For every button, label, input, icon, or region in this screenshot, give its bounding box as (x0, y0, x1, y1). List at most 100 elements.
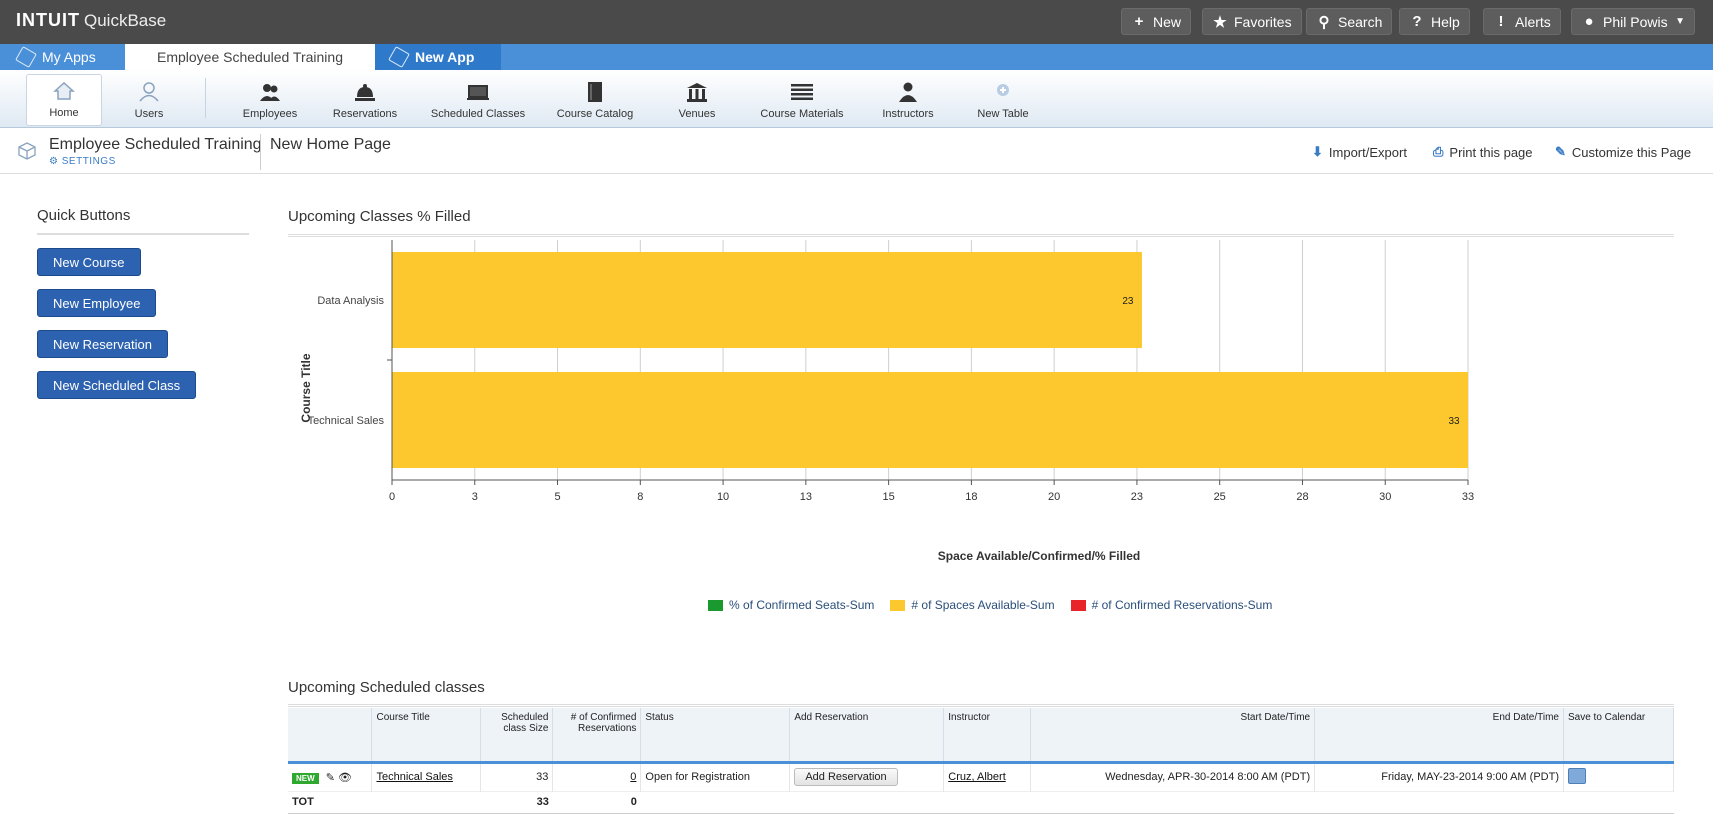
course-title-link[interactable]: Technical Sales (376, 771, 452, 783)
import-export-link[interactable]: ⬇ Import/Export (1312, 144, 1407, 160)
brand-logo[interactable]: INTUIT QuickBase (16, 10, 166, 31)
add-reservation-button[interactable]: Add Reservation (794, 768, 898, 786)
x-tick-label: 5 (554, 491, 560, 503)
home-icon (53, 81, 75, 101)
tab-new-app[interactable]: New App (375, 44, 501, 70)
new-label: New (1153, 13, 1182, 30)
nav-scheduled-classes[interactable]: Scheduled Classes (428, 74, 528, 126)
bar[interactable] (392, 252, 1142, 348)
x-tick-label: 3 (472, 491, 478, 503)
chart-title-divider (288, 234, 1674, 237)
print-link[interactable]: ⎙ Print this page (1433, 144, 1533, 160)
quick-buttons-title: Quick Buttons (37, 207, 131, 224)
x-tick-label: 28 (1296, 491, 1308, 503)
x-tick-label: 23 (1131, 491, 1143, 503)
tab-current-app-label: Employee Scheduled Training (156, 49, 343, 65)
nav-new-table[interactable]: New Table (975, 74, 1031, 126)
legend-label: % of Confirmed Seats-Sum (729, 598, 875, 612)
stack-icon (791, 82, 813, 102)
new-course-button[interactable]: New Course (37, 248, 141, 276)
nav-reservations[interactable]: Reservations (330, 74, 400, 126)
x-tick-label: 15 (882, 491, 894, 503)
chart-title: Upcoming Classes % Filled (288, 208, 471, 225)
nav-course-materials[interactable]: Course Materials (757, 74, 847, 126)
calendar-icon[interactable] (1567, 767, 1586, 784)
nav-home[interactable]: Home (26, 74, 102, 126)
alerts-button[interactable]: ! Alerts (1483, 8, 1561, 35)
confirmed-link[interactable]: 0 (630, 771, 636, 783)
edit-icon[interactable]: ✎ (326, 772, 335, 784)
user-menu[interactable]: ● Phil Powis ▼ (1571, 8, 1695, 35)
nav-venues-label: Venues (678, 108, 716, 120)
legend-swatch-green (708, 599, 723, 611)
col-header-save-calendar[interactable]: Save to Calendar (1563, 708, 1675, 762)
col-header-class-size[interactable]: Scheduled class Size (480, 708, 554, 762)
tab-current-app[interactable]: Employee Scheduled Training (125, 44, 375, 70)
help-label: Help (1431, 13, 1460, 30)
totals-empty (371, 790, 481, 814)
legend-item[interactable]: % of Confirmed Seats-Sum (708, 598, 874, 612)
legend-item[interactable]: # of Confirmed Reservations-Sum (1070, 598, 1273, 612)
help-button[interactable]: ? Help (1399, 8, 1470, 35)
employees-icon (259, 82, 281, 102)
col-header-start[interactable]: Start Date/Time (1030, 708, 1316, 762)
favorites-button[interactable]: ★ Favorites (1202, 8, 1302, 35)
nav-instructors[interactable]: Instructors (878, 74, 938, 126)
new-employee-button[interactable]: New Employee (37, 289, 157, 317)
printer-icon: ⎙ (1433, 144, 1444, 159)
nav-venues[interactable]: Venues (677, 74, 717, 126)
x-tick-label: 8 (637, 491, 643, 503)
legend-label: # of Confirmed Reservations-Sum (1091, 598, 1273, 612)
settings-link[interactable]: ⚙ SETTINGS (49, 156, 116, 167)
legend-item[interactable]: # of Spaces Available-Sum (890, 598, 1055, 612)
search-icon: ⚲ (1318, 13, 1330, 31)
x-tick-label: 33 (1462, 491, 1474, 503)
col-header-confirmed[interactable]: # of Confirmed Reservations (552, 708, 642, 762)
x-tick-label: 20 (1048, 491, 1060, 503)
brand-name: INTUIT (16, 10, 80, 30)
search-button[interactable]: ⚲ Search (1306, 8, 1393, 35)
col-header-actions (288, 708, 373, 762)
new-button[interactable]: + New (1121, 8, 1192, 35)
x-tick-label: 0 (389, 491, 395, 503)
row-actions: NEW ✎ 👁 (288, 762, 373, 791)
page-title: New Home Page (270, 136, 391, 153)
col-header-course-title[interactable]: Course Title (371, 708, 482, 762)
bar-chart: 23 33 0 3 5 8 10 13 15 18 20 23 25 28 30 33 Data Analys… (299, 240, 1474, 563)
customize-link[interactable]: ✎ Customize this Page (1555, 144, 1691, 160)
y-axis-title: Course Title (299, 353, 313, 422)
nav-employees[interactable]: Employees (240, 74, 300, 126)
col-header-add-reservation[interactable]: Add Reservation (789, 708, 945, 762)
view-icon[interactable]: 👁 (338, 772, 352, 784)
x-tick-label: 13 (800, 491, 812, 503)
nav-reservations-label: Reservations (332, 108, 398, 120)
x-tick-label: 25 (1214, 491, 1226, 503)
x-tick-label: 10 (717, 491, 729, 503)
col-header-end[interactable]: End Date/Time (1314, 708, 1564, 762)
bar[interactable] (392, 372, 1468, 468)
tab-my-apps-label: My Apps (42, 49, 96, 65)
x-tick-label: 30 (1379, 491, 1391, 503)
cell-end: Friday, MAY-23-2014 9:00 AM (PDT) (1314, 762, 1564, 791)
new-scheduled-class-button[interactable]: New Scheduled Class (37, 371, 197, 399)
cell-instructor: Cruz, Albert (943, 762, 1032, 791)
nav-home-label: Home (49, 107, 79, 119)
search-label: Search (1338, 13, 1383, 30)
bar-value-label: 23 (1122, 296, 1134, 307)
nav-course-materials-label: Course Materials (760, 108, 844, 120)
instructor-link[interactable]: Cruz, Albert (948, 771, 1005, 783)
nav-users-label: Users (134, 108, 164, 120)
nav-users[interactable]: Users (127, 74, 171, 126)
wrench-icon: ✎ (1555, 144, 1566, 159)
new-reservation-button[interactable]: New Reservation (37, 330, 168, 358)
app-title[interactable]: Employee Scheduled Training (49, 136, 262, 154)
bar-value-label: 33 (1448, 416, 1460, 427)
totals-label: TOT (288, 790, 372, 814)
nav-course-catalog[interactable]: Course Catalog (555, 74, 635, 126)
book-icon (584, 82, 606, 102)
col-header-instructor[interactable]: Instructor (943, 708, 1032, 762)
page-header: Employee Scheduled Training ⚙ SETTINGS N… (0, 128, 1713, 174)
col-header-status[interactable]: Status (640, 708, 791, 762)
tab-my-apps[interactable]: My Apps (2, 44, 124, 70)
table-nav: Home Users Employees Reservations Schedu… (0, 70, 1713, 128)
